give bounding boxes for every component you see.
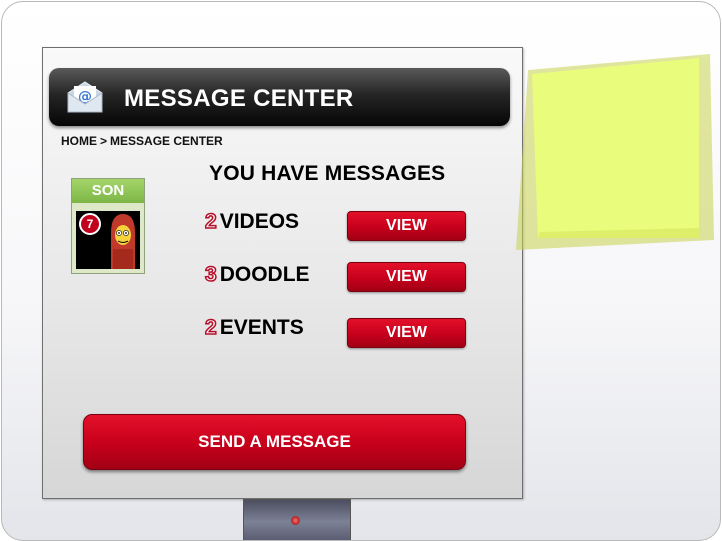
message-row-videos: 2 VIDEOS: [204, 209, 300, 240]
videos-count: 2: [204, 209, 217, 234]
notification-badge: 7: [79, 213, 101, 235]
device-frame: @ MESSAGE CENTER HOME > MESSAGE CENTER SON…: [1, 1, 721, 541]
message-row-doodle: 3 DOODLE: [204, 262, 310, 293]
view-videos-button[interactable]: VIEW: [347, 211, 466, 241]
avatar: [111, 214, 135, 269]
doodle-count: 3: [204, 262, 217, 287]
doodle-label: DOODLE: [219, 263, 310, 286]
videos-label: VIDEOS: [219, 210, 300, 233]
message-center-panel: @ MESSAGE CENTER HOME > MESSAGE CENTER SON…: [42, 47, 523, 499]
panel-header: @ MESSAGE CENTER: [49, 68, 510, 126]
message-row-events: 2 EVENTS: [204, 315, 304, 346]
indicator-light: [291, 516, 300, 525]
view-doodle-button[interactable]: VIEW: [347, 262, 466, 292]
messages-heading: YOU HAVE MESSAGES: [209, 162, 446, 185]
device-dock: [243, 499, 351, 540]
breadcrumb: HOME > MESSAGE CENTER: [61, 134, 223, 148]
events-label: EVENTS: [219, 316, 304, 339]
view-events-button[interactable]: VIEW: [347, 318, 466, 348]
send-message-button[interactable]: SEND A MESSAGE: [83, 414, 466, 470]
sticky-note[interactable]: [516, 52, 716, 257]
page-title: MESSAGE CENTER: [124, 85, 354, 112]
breadcrumb-separator: >: [100, 134, 108, 148]
profile-name: SON: [72, 179, 144, 203]
profile-photo: 7: [76, 211, 140, 269]
breadcrumb-current: MESSAGE CENTER: [110, 134, 223, 148]
profile-card-son[interactable]: SON 7: [71, 178, 145, 274]
breadcrumb-home[interactable]: HOME: [61, 134, 97, 148]
events-count: 2: [204, 315, 217, 340]
mail-icon: @: [67, 81, 103, 113]
